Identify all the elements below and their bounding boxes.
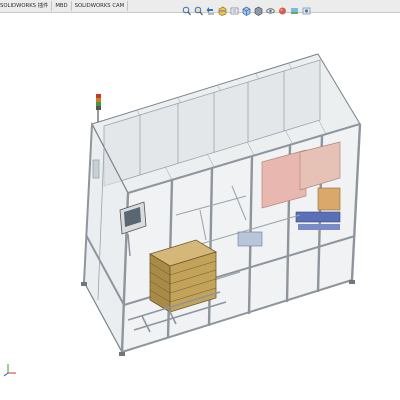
tab-solidworks-addins[interactable]: SOLIDWORKS 插件	[0, 1, 53, 11]
graphics-viewport[interactable]	[0, 12, 400, 400]
command-manager-tabs: SOLIDWORKS 插件 MBD SOLIDWORKS CAM	[0, 1, 129, 12]
tab-solidworks-cam[interactable]: SOLIDWORKS CAM	[72, 1, 129, 11]
pallet-box-stack	[149, 239, 217, 313]
signal-tower	[96, 94, 101, 123]
machine-enclosure-model	[81, 53, 362, 356]
reference-triad	[3, 364, 16, 377]
tab-mbd[interactable]: MBD	[52, 1, 72, 11]
